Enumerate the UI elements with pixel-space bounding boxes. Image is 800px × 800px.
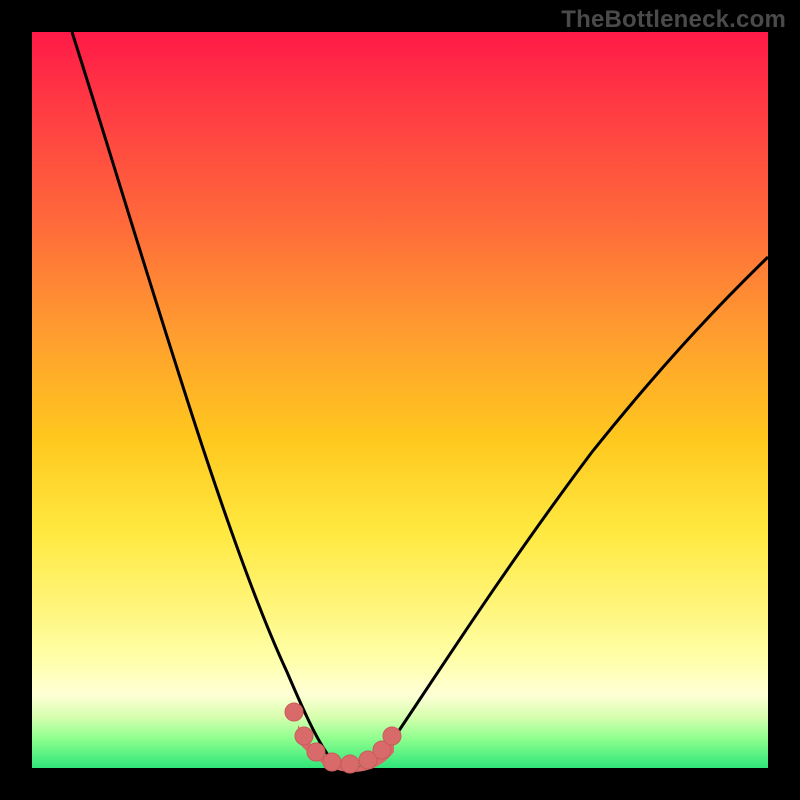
marker-dot [341, 755, 359, 773]
marker-group [285, 703, 401, 773]
marker-dot [383, 727, 401, 745]
outer-frame: TheBottleneck.com [0, 0, 800, 800]
watermark-text: TheBottleneck.com [561, 6, 786, 34]
marker-dot [285, 703, 303, 721]
plot-area [32, 32, 768, 768]
marker-dot [295, 727, 313, 745]
marker-dot [323, 753, 341, 771]
marker-dot [307, 743, 325, 761]
bottleneck-curve [72, 32, 768, 768]
curve-svg [32, 32, 768, 768]
